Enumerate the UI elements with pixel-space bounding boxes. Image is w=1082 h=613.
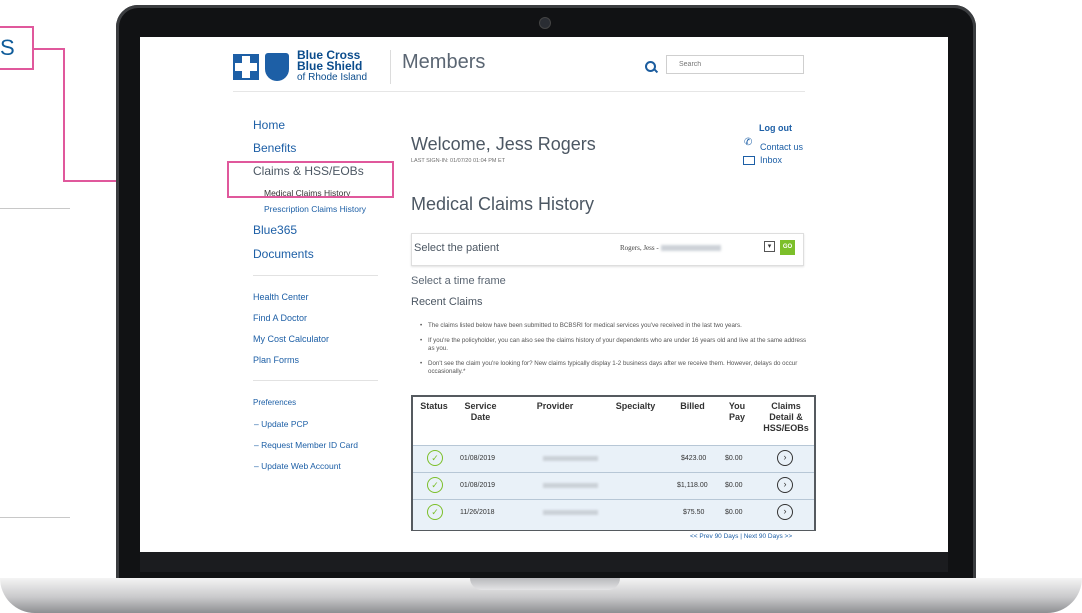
pref-label: Request Member ID Card: [261, 440, 358, 450]
redacted-text: [660, 245, 721, 252]
column-header: Service Date: [464, 401, 497, 422]
table-row[interactable]: ✓ 11/26/2018 $75.50 $0.00 ›: [413, 499, 814, 530]
chevron-right-icon[interactable]: ›: [777, 504, 793, 520]
patient-selector: Select the patient Rogers, Jess - ▾ GO: [411, 233, 804, 266]
camera-icon: [539, 17, 551, 29]
column-header: You Pay: [728, 401, 746, 422]
browser-screen: Blue Cross Blue Shield of Rhode Island M…: [140, 37, 948, 552]
pref-update-pcp[interactable]: – Update PCP: [254, 419, 308, 429]
bcbsri-logo[interactable]: Blue Cross Blue Shield of Rhode Island: [233, 49, 368, 83]
logout-link[interactable]: Log out: [759, 123, 792, 133]
service-date: 01/08/2019: [460, 455, 496, 462]
column-header: Specialty: [615, 401, 656, 411]
pref-update-web-account[interactable]: – Update Web Account: [254, 461, 341, 471]
redacted-provider: [543, 510, 598, 515]
column-header: Claims Detail & HSS/EOBs: [763, 401, 809, 433]
pagination-links[interactable]: << Prev 90 Days | Next 90 Days >>: [690, 533, 792, 540]
chevron-right-icon[interactable]: ›: [777, 477, 793, 493]
last-signin: LAST SIGN-IN: 01/07/20 01:04 PM ET: [411, 158, 506, 164]
claims-table: Status Service Date Provider Specialty B…: [411, 395, 816, 531]
callout-text: S: [0, 35, 15, 60]
callout-connector: [34, 48, 64, 50]
contact-link[interactable]: Contact us: [760, 142, 803, 152]
billed-amount: $75.50: [683, 509, 705, 516]
you-pay-amount: $0.00: [725, 455, 743, 462]
service-date: 11/26/2018: [460, 509, 495, 516]
billed-amount: $423.00: [681, 455, 707, 462]
patient-value: Rogers, Jess -: [620, 244, 659, 252]
info-bullets: The claims listed below have been submit…: [420, 322, 812, 383]
sidebar-rule: [253, 275, 378, 276]
preferences-heading: Preferences: [253, 398, 297, 407]
search-input[interactable]: [666, 55, 804, 74]
page-title: Medical Claims History: [411, 194, 595, 214]
chevron-down-icon[interactable]: ▾: [764, 241, 775, 252]
logo-text: Blue Cross Blue Shield of Rhode Island: [297, 49, 368, 83]
logo-line: Blue Shield: [297, 59, 363, 73]
table-row[interactable]: ✓ 01/08/2019 $423.00 $0.00 ›: [413, 445, 814, 472]
page-rule: [0, 517, 70, 518]
redacted-provider: [543, 483, 598, 488]
pref-label: Update Web Account: [261, 461, 341, 471]
nav-plan-forms[interactable]: Plan Forms: [253, 355, 299, 365]
inbox-link[interactable]: Inbox: [760, 155, 782, 165]
nav-benefits[interactable]: Benefits: [253, 141, 296, 155]
nav-prescription-claims-history[interactable]: Prescription Claims History: [264, 204, 366, 214]
you-pay-amount: $0.00: [725, 509, 743, 516]
page-rule: [0, 208, 70, 209]
search-icon[interactable]: [645, 61, 656, 72]
timeframe-link[interactable]: Select a time frame: [411, 275, 506, 287]
shield-logo-icon: [265, 52, 289, 81]
nav-blue365[interactable]: Blue365: [253, 223, 297, 237]
table-row[interactable]: ✓ 01/08/2019 $1,118.00 $0.00 ›: [413, 472, 814, 499]
check-circle-icon: ✓: [427, 450, 443, 466]
mail-icon: [743, 156, 755, 165]
header-divider: [390, 50, 391, 84]
billed-amount: $1,118.00: [677, 482, 708, 489]
bullet-item: Don't see the claim you're looking for? …: [420, 360, 812, 377]
you-pay-amount: $0.00: [725, 482, 743, 489]
chevron-right-icon[interactable]: ›: [777, 450, 793, 466]
go-button[interactable]: GO: [780, 240, 795, 255]
callout-connector: [63, 48, 65, 182]
patient-select[interactable]: Rogers, Jess -: [620, 241, 765, 256]
laptop-notch: [470, 578, 620, 590]
column-header: Status: [420, 401, 448, 411]
cross-logo-icon: [233, 53, 259, 80]
welcome-heading: Welcome, Jess Rogers: [411, 134, 596, 154]
recent-claims-heading: Recent Claims: [411, 296, 483, 308]
service-date: 01/08/2019: [460, 482, 496, 489]
nav-cost-calculator[interactable]: My Cost Calculator: [253, 334, 329, 344]
redacted-provider: [543, 456, 598, 461]
pref-label: Update PCP: [261, 419, 309, 429]
nav-health-center[interactable]: Health Center: [253, 292, 309, 302]
bullet-item: The claims listed below have been submit…: [420, 322, 812, 331]
members-title: Members: [402, 51, 486, 73]
highlight-box: [227, 161, 394, 198]
sidebar-rule: [253, 380, 378, 381]
check-circle-icon: ✓: [427, 504, 443, 520]
logo-line: of Rhode Island: [297, 72, 368, 83]
patient-label: Select the patient: [414, 242, 500, 254]
column-header: Billed: [680, 401, 705, 411]
pref-request-id-card[interactable]: – Request Member ID Card: [254, 440, 358, 450]
nav-documents[interactable]: Documents: [253, 247, 314, 261]
header-rule: [233, 91, 805, 92]
phone-icon: ✆: [744, 137, 753, 148]
nav-find-a-doctor[interactable]: Find A Doctor: [253, 313, 307, 323]
screen-bottom-bezel: [140, 552, 948, 572]
bullet-item: If you're the policyholder, you can also…: [420, 337, 812, 354]
nav-home[interactable]: Home: [253, 118, 285, 132]
check-circle-icon: ✓: [427, 477, 443, 493]
column-header: Provider: [536, 401, 574, 411]
callout-label: S: [0, 26, 34, 70]
